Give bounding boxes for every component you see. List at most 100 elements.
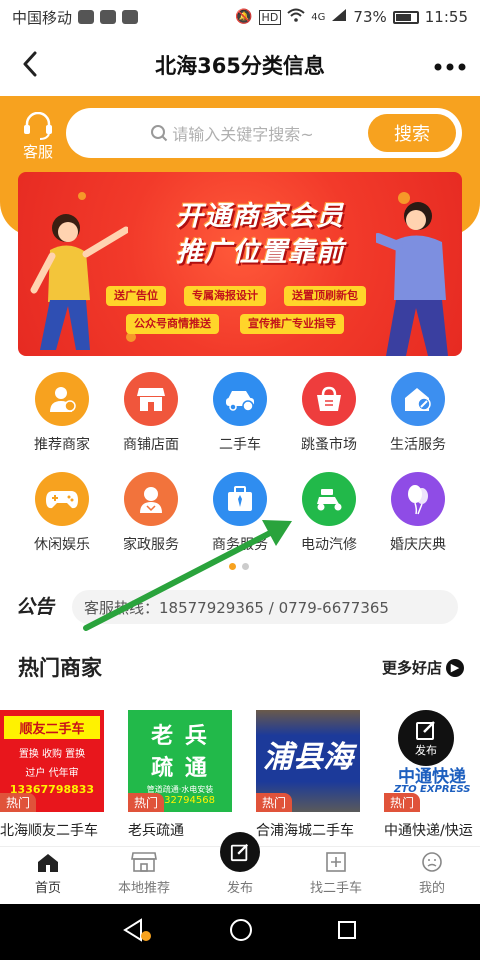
tab-label: 我的 (418, 881, 445, 896)
plus-box-icon (326, 852, 346, 872)
hd-icon: HD (258, 9, 282, 25)
promo-banner[interactable]: 开通商家会员 推广位置靠前 送广告位 专属海报设计 送置顶刷新包 公众号商情推送… (18, 172, 462, 356)
category-label: 生活服务 (390, 437, 446, 453)
more-options-button[interactable] (434, 48, 466, 78)
notice-tag: 公告 (16, 592, 54, 619)
face-icon (422, 852, 442, 872)
page-indicator (229, 563, 249, 570)
shop-card[interactable]: 浦县海 热门 合浦海城二手车 (256, 710, 360, 840)
category-label: 跳蚤市场 (301, 437, 357, 453)
network-type: 4G (311, 11, 326, 23)
shop-name: 老兵疏通 (128, 823, 184, 839)
tab-local-recommend[interactable]: 本地推荐 (96, 847, 192, 904)
category-business[interactable]: 商务服务 (195, 472, 285, 554)
search-icon (151, 125, 168, 142)
mute-icon: 🔕 (235, 9, 253, 25)
category-recommended-merchants[interactable]: 推荐商家 (17, 372, 107, 454)
nav-back-button[interactable] (121, 917, 151, 947)
tab-find-used-car[interactable]: 找二手车 (288, 847, 384, 904)
edit-icon (416, 720, 435, 740)
storefront-icon (124, 372, 178, 426)
banner-tag: 专属海报设计 (184, 286, 266, 306)
signal-icon (331, 8, 347, 26)
category-leisure[interactable]: 休闲娱乐 (17, 472, 107, 554)
message-icon (122, 10, 139, 24)
shop-name: 合浦海城二手车 (256, 823, 354, 839)
clock: 11:55 (424, 8, 468, 26)
floating-post-button[interactable]: 发布 (398, 710, 454, 766)
title-bar: 北海365分类信息 (0, 34, 480, 96)
back-button[interactable] (12, 46, 48, 82)
shop-image: 老 兵 疏 通 管道疏通·水电安装 13132794568 热门 (128, 710, 232, 812)
nav-recents-button[interactable] (335, 918, 359, 946)
carrier-label: 中国移动 (12, 8, 73, 27)
search-button[interactable]: 搜索 (368, 114, 456, 152)
home-icon (38, 854, 58, 872)
post-tab-button[interactable] (220, 832, 260, 872)
banner-headline-2: 推广位置靠前 (176, 237, 344, 268)
category-label: 商铺店面 (123, 437, 179, 453)
shop-image: 顺友二手车 置换 收购 置换 过户 代年审 13367798833 热门 (0, 710, 104, 812)
shop-image-text: 过户 代年审 (25, 768, 79, 779)
customer-service-label: 客服 (22, 143, 53, 161)
shop-name: 北海顺友二手车 (0, 823, 98, 839)
chevron-right-icon: ▶ (446, 658, 464, 677)
category-life-services[interactable]: 生活服务 (373, 372, 463, 454)
shop-image-text: 浦县海 (263, 740, 353, 775)
app-notification-icon (100, 10, 117, 24)
tab-label: 本地推荐 (117, 881, 170, 896)
category-ev-repair[interactable]: 电动汽修 (284, 472, 374, 554)
battery-icon (392, 10, 419, 24)
square-recents-icon (338, 921, 357, 939)
page-dot (242, 563, 249, 570)
battery-percent: 73% (353, 8, 387, 26)
category-wedding[interactable]: 婚庆庆典 (373, 472, 463, 554)
category-label: 家政服务 (123, 537, 179, 553)
car-icon (213, 372, 267, 426)
category-label: 休闲娱乐 (34, 537, 90, 553)
notice-bar[interactable]: 客服热线：18577929365 / 0779-6677365 (72, 590, 458, 624)
category-flea-market[interactable]: 跳蚤市场 (284, 372, 374, 454)
shop-card[interactable]: 顺友二手车 置换 收购 置换 过户 代年审 13367798833 热门 北海顺… (0, 710, 104, 840)
wifi-icon (287, 8, 305, 26)
shop-image-text: 疏 通 (151, 756, 209, 781)
hot-badge: 热门 (0, 793, 37, 812)
tab-label: 首页 (34, 881, 61, 896)
banner-tag: 送置顶刷新包 (284, 286, 366, 306)
nav-home-button[interactable] (228, 917, 254, 947)
tab-label: 发布 (226, 881, 253, 896)
search-input[interactable]: 请输入关键字搜索~ (66, 121, 368, 145)
woman-illustration (30, 214, 128, 350)
page-dot-active (229, 563, 236, 570)
headset-icon (24, 112, 52, 140)
tab-home[interactable]: 首页 (0, 847, 96, 904)
home-wrench-icon (391, 372, 445, 426)
status-bar: 中国移动 🔕 HD 4G 73% 11:55 (0, 0, 480, 34)
category-housekeeping[interactable]: 家政服务 (106, 472, 196, 554)
shop-icon (131, 852, 157, 872)
search-placeholder: 请输入关键字搜索~ (172, 125, 314, 144)
category-label: 电动汽修 (301, 537, 357, 553)
tab-mine[interactable]: 我的 (384, 847, 480, 904)
search-bar[interactable]: 请输入关键字搜索~ 搜索 (66, 108, 462, 158)
coin-decoration (78, 192, 86, 200)
more-shops-label: 更多好店 (381, 659, 442, 677)
hot-badge: 热门 (384, 793, 421, 812)
category-label: 商务服务 (212, 537, 268, 553)
system-navigation-bar (0, 904, 480, 960)
balloon-icon (391, 472, 445, 526)
category-used-cars[interactable]: 二手车 (195, 372, 285, 454)
edit-icon (230, 843, 249, 862)
banner-tag: 公众号商情推送 (126, 314, 219, 334)
shop-card[interactable]: 老 兵 疏 通 管道疏通·水电安装 13132794568 热门 老兵疏通 (128, 710, 232, 840)
customer-service-button[interactable]: 客服 (14, 112, 62, 162)
category-shops[interactable]: 商铺店面 (106, 372, 196, 454)
shop-image-text: 老 兵 (151, 724, 209, 749)
basket-icon (302, 372, 356, 426)
more-shops-link[interactable]: 更多好店 ▶ (382, 657, 464, 678)
category-label: 二手车 (219, 437, 261, 453)
chevron-left-icon (23, 51, 37, 77)
banner-tag: 宣传推广专业指导 (240, 314, 344, 334)
notice-text: 客服热线：18577929365 / 0779-6677365 (84, 598, 389, 617)
app-screen: 中国移动 🔕 HD 4G 73% 11:55 北海365分类信息 客服 请输入关… (0, 0, 480, 960)
